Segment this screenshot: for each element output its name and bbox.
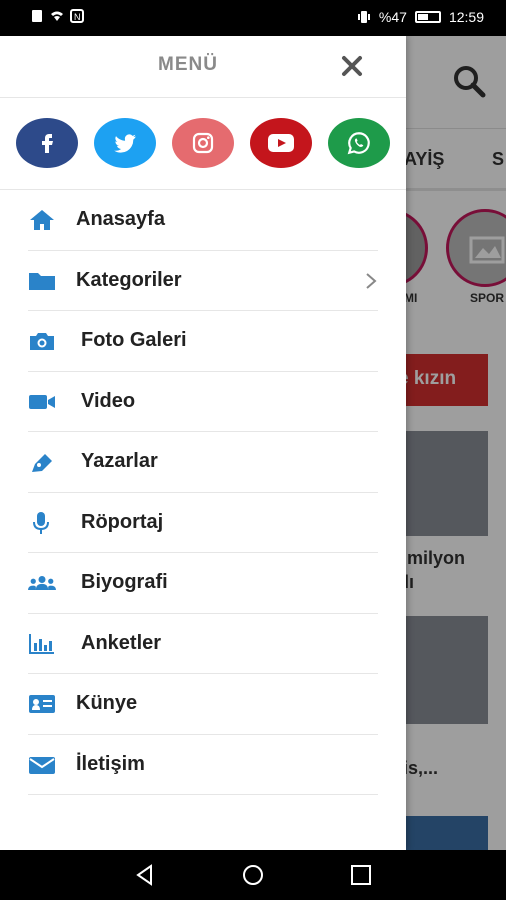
menu-item-anketler[interactable]: Anketler xyxy=(28,614,378,674)
envelope-icon xyxy=(29,756,55,774)
youtube-button[interactable] xyxy=(250,118,312,168)
facebook-icon xyxy=(42,134,53,153)
back-icon[interactable] xyxy=(133,863,157,887)
users-icon xyxy=(28,576,56,590)
chart-icon xyxy=(29,633,54,654)
battery-icon xyxy=(414,11,441,23)
menu-item-biyografi[interactable]: Biyografi xyxy=(28,553,378,614)
nfc-icon: N xyxy=(70,9,84,23)
instagram-button[interactable] xyxy=(172,118,234,168)
menu-label: Kategoriler xyxy=(76,268,182,291)
twitter-icon xyxy=(114,134,136,153)
menu-label: Anasayfa xyxy=(76,208,165,230)
close-icon[interactable] xyxy=(338,52,366,80)
instagram-icon xyxy=(192,132,214,154)
home-button-icon[interactable] xyxy=(241,863,265,887)
status-left-icons: N xyxy=(30,9,84,23)
menu-item-iletisim[interactable]: İletişim xyxy=(28,735,378,795)
clock: 12:59 xyxy=(448,9,484,25)
sim-icon xyxy=(32,10,42,22)
menu-label: Röportaj xyxy=(81,510,164,533)
chevron-right-icon xyxy=(366,272,377,289)
drawer-title: MENÜ xyxy=(158,54,218,75)
camera-icon xyxy=(30,333,54,350)
vibrate-icon xyxy=(357,11,370,23)
folder-icon xyxy=(29,272,55,290)
battery-percent: %47 xyxy=(378,9,407,25)
social-links xyxy=(0,98,406,190)
system-navigation-bar xyxy=(0,850,506,900)
recents-icon[interactable] xyxy=(349,863,373,887)
menu-label: Video xyxy=(81,389,136,412)
microphone-icon xyxy=(33,511,49,534)
wifi-icon xyxy=(51,11,63,21)
id-card-icon xyxy=(29,695,55,713)
facebook-button[interactable] xyxy=(16,118,78,168)
drawer-header: MENÜ xyxy=(0,36,406,98)
menu-item-yazarlar[interactable]: Yazarlar xyxy=(28,432,378,493)
pen-icon xyxy=(32,454,52,472)
menu-label: Yazarlar xyxy=(81,450,158,472)
menu-item-foto-galeri[interactable]: Foto Galeri xyxy=(28,311,378,372)
menu-label: İletişim xyxy=(76,752,145,775)
svg-text:N: N xyxy=(74,12,81,22)
menu-item-roportaj[interactable]: Röportaj xyxy=(28,493,378,553)
twitter-button[interactable] xyxy=(94,118,156,168)
menu-list: Anasayfa Kategoriler Foto Galeri Video Y… xyxy=(0,190,406,795)
menu-label: Foto Galeri xyxy=(81,329,187,351)
navigation-drawer: MENÜ Anasayfa Kategoriler Foto Galeri Vi… xyxy=(0,36,406,850)
menu-label: Biyografi xyxy=(81,571,168,593)
whatsapp-button[interactable] xyxy=(328,118,390,168)
menu-item-video[interactable]: Video xyxy=(28,372,378,432)
menu-label: Anketler xyxy=(81,631,162,654)
status-right-icons: %47 12:59 xyxy=(357,9,484,25)
home-icon xyxy=(30,210,54,230)
video-icon xyxy=(29,394,55,409)
menu-item-anasayfa[interactable]: Anasayfa xyxy=(28,190,378,251)
whatsapp-icon xyxy=(347,132,370,155)
menu-label: Künye xyxy=(76,692,138,714)
menu-item-kunye[interactable]: Künye xyxy=(28,674,378,735)
youtube-icon xyxy=(268,134,294,152)
status-bar: N %47 12:59 xyxy=(0,0,506,36)
menu-item-kategoriler[interactable]: Kategoriler xyxy=(28,251,378,311)
